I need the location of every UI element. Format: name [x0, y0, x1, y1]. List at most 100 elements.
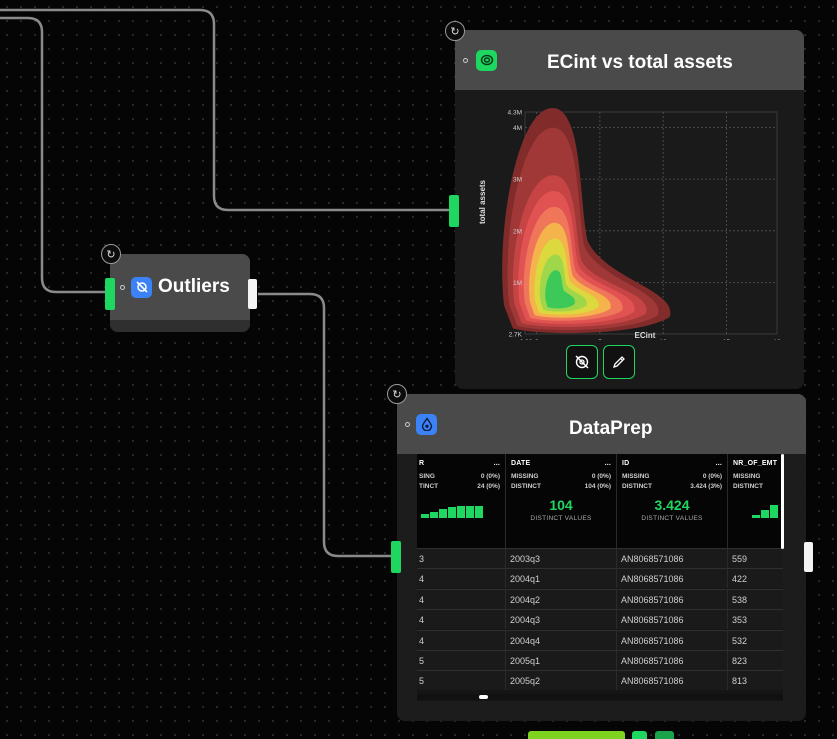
wire-top-to-chart: [0, 8, 452, 212]
table-cell[interactable]: 532: [728, 629, 783, 650]
table-cell[interactable]: 813: [728, 670, 783, 691]
node-status-dot: [120, 284, 125, 290]
outlier-icon: [131, 276, 152, 298]
outliers-node-header[interactable]: Outliers: [110, 254, 250, 320]
toolbar-button[interactable]: [632, 731, 647, 739]
table-cell[interactable]: AN8068571086: [617, 670, 728, 691]
histogram-bar: [430, 512, 438, 518]
table-cell[interactable]: 538: [728, 588, 783, 609]
scrollbar-thumb[interactable]: [479, 695, 488, 699]
edit-pen-icon: [612, 356, 625, 369]
vertical-scrollbar[interactable]: [781, 454, 784, 549]
distinct-value: 3.424 (3%): [690, 483, 722, 490]
table-cell[interactable]: 353: [728, 609, 783, 630]
table-cell[interactable]: 422: [728, 568, 783, 589]
edit-chart-button[interactable]: [603, 345, 635, 379]
histogram-bar: [770, 505, 778, 518]
y-tick-label: 4.3M: [508, 110, 522, 117]
histogram-bar: [457, 506, 465, 518]
toolbar-button[interactable]: [528, 731, 625, 739]
workflow-canvas[interactable]: Outliers ↻ ECint vs total assets -0.920 5…: [0, 0, 837, 739]
table-column[interactable]: DATE... MISSING 0 (0%) DISTINCT 104 (0%) 1…: [506, 454, 617, 701]
table-cell[interactable]: AN8068571086: [617, 650, 728, 670]
table-cell[interactable]: 2004q3: [506, 609, 617, 630]
column-header[interactable]: DATE... MISSING 0 (0%) DISTINCT 104 (0%) 1…: [506, 454, 617, 548]
chart-node[interactable]: ECint vs total assets -0.920 5 10 15 19 2.7K 1…: [455, 30, 804, 389]
column-menu-icon[interactable]: ...: [716, 460, 722, 467]
table-cell[interactable]: AN8068571086: [617, 548, 728, 568]
histogram-bar: [761, 510, 769, 518]
column-histogram: [728, 498, 783, 518]
refresh-icon[interactable]: ↻: [101, 244, 121, 264]
table-column[interactable]: R... SING 0 (0%) TINCT 24 (0%) 3444455: [417, 454, 506, 701]
column-histogram: [417, 498, 506, 518]
table-cell[interactable]: 2003q3: [506, 548, 617, 568]
toolbar-button[interactable]: [655, 731, 674, 739]
outliers-input-port[interactable]: [105, 278, 115, 310]
table-cell[interactable]: AN8068571086: [617, 609, 728, 630]
column-name: DATE: [511, 460, 531, 467]
outliers-node[interactable]: Outliers: [110, 254, 250, 332]
table-cell[interactable]: AN8068571086: [617, 629, 728, 650]
distinct-caption: DISTINCT VALUES: [530, 515, 592, 522]
y-tick-label: 4M: [513, 125, 522, 132]
histogram-bar: [421, 514, 429, 518]
chart-input-port[interactable]: [449, 195, 459, 227]
node-title: ECint vs total assets: [547, 52, 733, 73]
hide-outliers-button[interactable]: [566, 345, 598, 379]
y-tick-label: 3M: [513, 177, 522, 184]
horizontal-scrollbar[interactable]: [417, 694, 783, 700]
node-title: Outliers: [158, 276, 230, 297]
x-axis-label: ECint: [635, 331, 656, 340]
table-cell[interactable]: 823: [728, 650, 783, 670]
table-cell[interactable]: 4: [417, 588, 506, 609]
distinct-label: DISTINCT: [511, 483, 541, 490]
table-cell[interactable]: 4: [417, 629, 506, 650]
dataprep-input-port[interactable]: [391, 541, 401, 573]
refresh-icon[interactable]: ↻: [387, 384, 407, 404]
outliers-output-port[interactable]: [248, 279, 257, 309]
column-menu-icon[interactable]: ...: [605, 460, 611, 467]
histogram-bar: [752, 515, 760, 518]
table-cell[interactable]: 2004q4: [506, 629, 617, 650]
density-chart: -0.920 5 10 15 19 2.7K 1M 2M 3M 4M 4.3M ECint total …: [455, 90, 804, 346]
table-cell[interactable]: 2004q2: [506, 588, 617, 609]
wire-top-to-outliers: [0, 16, 108, 294]
table-column[interactable]: ID... MISSING 0 (0%) DISTINCT 3.424 (3%) 3…: [617, 454, 728, 701]
distinct-value: 104 (0%): [584, 483, 611, 490]
table-cell[interactable]: 5: [417, 670, 506, 691]
column-name: NR_OF_EMT: [733, 460, 778, 467]
chart-node-header[interactable]: ECint vs total assets: [455, 30, 804, 90]
x-tick-label: 15: [723, 339, 731, 340]
dataprep-node[interactable]: DataPrep R... SING 0 (0%) TINCT 24 (0%) 34…: [397, 394, 806, 721]
dataprep-output-port[interactable]: [804, 542, 813, 572]
table-cell[interactable]: 3: [417, 548, 506, 568]
x-tick-label: -0.92: [518, 339, 533, 340]
missing-label: MISSING: [622, 473, 650, 480]
refresh-icon[interactable]: ↻: [445, 21, 465, 41]
density-plot-icon: [476, 49, 497, 71]
table-cell[interactable]: 2004q1: [506, 568, 617, 589]
table-cell[interactable]: 2005q1: [506, 650, 617, 670]
dataprep-node-header[interactable]: DataPrep: [397, 394, 806, 454]
missing-value: 0 (0%): [591, 473, 611, 480]
x-tick-label: 0: [535, 339, 539, 340]
table-cell[interactable]: 4: [417, 609, 506, 630]
table-cell[interactable]: 2005q2: [506, 670, 617, 691]
table-cell[interactable]: 4: [417, 568, 506, 589]
table-column[interactable]: NR_OF_EMT... MISSING DISTINCT 5594225383…: [728, 454, 783, 701]
y-tick-label: 2.7K: [509, 332, 523, 339]
data-prep-icon: [416, 413, 437, 435]
table-cell[interactable]: 559: [728, 548, 783, 568]
table-cell[interactable]: AN8068571086: [617, 568, 728, 589]
column-menu-icon[interactable]: ...: [494, 460, 500, 467]
histogram-bar: [448, 507, 456, 518]
column-header[interactable]: ID... MISSING 0 (0%) DISTINCT 3.424 (3%) 3…: [617, 454, 728, 548]
distinct-count: 104: [549, 497, 573, 513]
histogram-bar: [475, 506, 483, 518]
distinct-count: 3.424: [654, 497, 690, 513]
table-cell[interactable]: 5: [417, 650, 506, 670]
distinct-label: DISTINCT: [733, 483, 763, 490]
data-table[interactable]: R... SING 0 (0%) TINCT 24 (0%) 3444455 DAT…: [417, 454, 783, 701]
table-cell[interactable]: AN8068571086: [617, 588, 728, 609]
